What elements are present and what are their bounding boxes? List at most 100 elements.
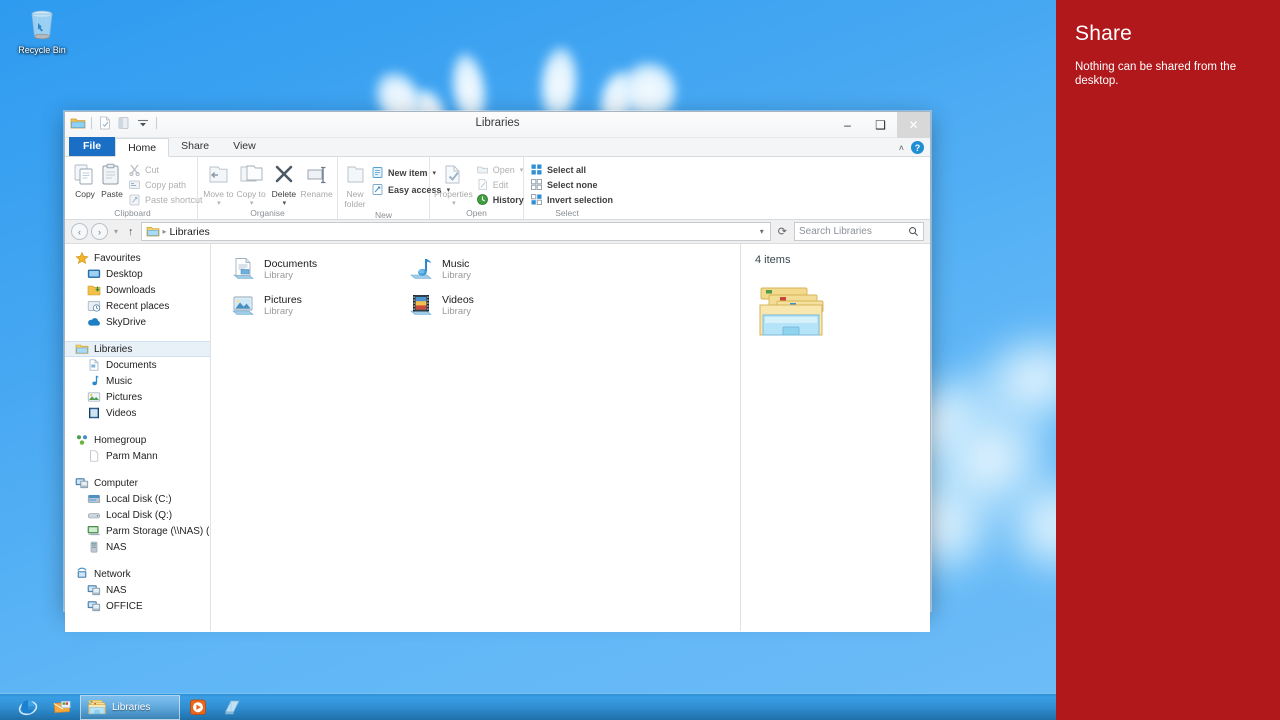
- chevron-down-icon[interactable]: ▾: [452, 199, 456, 207]
- nav-item-documents[interactable]: Documents: [65, 357, 210, 373]
- paste-shortcut-button[interactable]: Paste shortcut: [126, 192, 207, 207]
- new-folder-label: New folder: [344, 189, 366, 209]
- item-name: Videos: [442, 294, 474, 306]
- ribbon-right-controls[interactable]: ˄ ?: [899, 141, 924, 154]
- close-button[interactable]: ✕: [897, 112, 930, 138]
- documents-icon: [87, 358, 101, 372]
- desktop-icon-recycle-bin[interactable]: Recycle Bin: [4, 4, 80, 56]
- nav-item-libraries[interactable]: Libraries: [65, 341, 210, 357]
- nav-item-label: Music: [106, 375, 133, 387]
- nav-item-downloads[interactable]: Downloads: [65, 282, 210, 298]
- nav-item-videos[interactable]: Videos: [65, 405, 210, 421]
- refresh-button[interactable]: ⟳: [774, 225, 791, 238]
- chevron-down-icon[interactable]: ▾: [217, 199, 221, 207]
- recent-locations-icon[interactable]: ▾: [111, 227, 121, 236]
- taskbar[interactable]: Libraries: [0, 693, 1056, 720]
- nav-item-pictures[interactable]: Pictures: [65, 389, 210, 405]
- address-bar[interactable]: ‹ › ▾ ↑ ▸ Libraries ▾ ⟳ Search Libraries: [65, 220, 930, 244]
- nav-item-desktop[interactable]: Desktop: [65, 266, 210, 282]
- help-icon[interactable]: ?: [911, 141, 924, 154]
- nav-item-local-disk-q[interactable]: Local Disk (Q:): [65, 507, 210, 523]
- tab-file[interactable]: File: [69, 137, 116, 156]
- disk-icon: [87, 508, 101, 522]
- nav-item-computer[interactable]: Computer: [65, 475, 210, 491]
- nav-item-network-office[interactable]: OFFICE: [65, 598, 210, 614]
- items-pane[interactable]: Documents Library Music Library Pictures…: [211, 244, 740, 631]
- nav-item-nas-device[interactable]: NAS: [65, 539, 210, 555]
- list-item[interactable]: Pictures Library: [221, 288, 399, 324]
- chevron-down-icon[interactable]: ▾: [283, 199, 287, 207]
- share-charm-panel[interactable]: Share Nothing can be shared from the des…: [1056, 0, 1280, 720]
- maximize-button[interactable]: ❑: [864, 112, 897, 138]
- nav-item-local-disk-c[interactable]: Local Disk (C:): [65, 491, 210, 507]
- tab-view[interactable]: View: [221, 137, 268, 156]
- select-none-button[interactable]: Select none: [528, 177, 617, 192]
- tab-home[interactable]: Home: [115, 138, 170, 157]
- list-item[interactable]: Music Library: [399, 252, 577, 288]
- select-all-button[interactable]: Select all: [528, 162, 617, 177]
- window-controls[interactable]: – ❑ ✕: [831, 112, 930, 138]
- item-subtitle: Library: [264, 306, 294, 317]
- edit-button[interactable]: Edit: [474, 177, 528, 192]
- taskbar-button-internet-explorer[interactable]: [12, 695, 44, 720]
- cut-label: Cut: [145, 164, 160, 175]
- move-to-icon: [205, 162, 231, 188]
- cut-button[interactable]: Cut: [126, 162, 207, 177]
- search-icon: [908, 226, 919, 237]
- nav-item-label: SkyDrive: [106, 316, 147, 328]
- copy-to-button[interactable]: Copy to ▾: [235, 160, 268, 207]
- minimize-button[interactable]: –: [831, 112, 864, 138]
- breadcrumb[interactable]: ▸ Libraries ▾: [140, 222, 771, 241]
- new-folder-button[interactable]: New folder: [342, 160, 368, 209]
- computer-icon: [75, 476, 89, 490]
- list-item[interactable]: Videos Library: [399, 288, 577, 324]
- rename-button[interactable]: Rename: [300, 160, 333, 199]
- taskbar-button-notepad[interactable]: [216, 695, 248, 720]
- ribbon-tabstrip[interactable]: File Home Share View ˄ ?: [65, 137, 930, 157]
- nav-item-network[interactable]: Network: [65, 566, 210, 582]
- tab-share[interactable]: Share: [169, 137, 221, 156]
- desktop[interactable]: Recycle Bin Libraries – ❑ ✕ File Home Sh…: [0, 0, 1056, 720]
- taskbar-button-mail[interactable]: [46, 695, 78, 720]
- properties-button[interactable]: Properties ▾: [434, 160, 473, 207]
- delete-label: Delete: [271, 189, 297, 199]
- explorer-icon: [87, 697, 107, 717]
- nav-item-skydrive[interactable]: SkyDrive: [65, 314, 210, 330]
- taskbar-button-libraries[interactable]: Libraries: [80, 694, 180, 720]
- open-button[interactable]: Open ▾: [474, 162, 528, 177]
- navigation-pane[interactable]: Favourites Desktop Downloads Recent plac…: [65, 244, 211, 631]
- invert-selection-button[interactable]: Invert selection: [528, 192, 617, 207]
- back-button[interactable]: ‹: [71, 223, 88, 240]
- taskbar-button-media-player[interactable]: [182, 695, 214, 720]
- nav-item-music[interactable]: Music: [65, 373, 210, 389]
- explorer-window[interactable]: Libraries – ❑ ✕ File Home Share View ˄ ?: [64, 111, 931, 632]
- nav-item-network-nas[interactable]: NAS: [65, 582, 210, 598]
- ribbon[interactable]: Copy Paste Cut Copy path Paste shortcut …: [65, 157, 930, 220]
- nav-item-parm-mann[interactable]: Parm Mann: [65, 448, 210, 464]
- nav-item-homegroup[interactable]: Homegroup: [65, 432, 210, 448]
- up-button[interactable]: ↑: [124, 226, 138, 238]
- copy-button[interactable]: Copy: [72, 160, 98, 199]
- documents-library-icon: [229, 256, 257, 284]
- breadcrumb-current[interactable]: Libraries: [170, 226, 210, 238]
- move-to-button[interactable]: Move to ▾: [202, 160, 235, 207]
- breadcrumb-dropdown-icon[interactable]: ▾: [760, 227, 766, 236]
- history-button[interactable]: History: [474, 192, 528, 207]
- copy-path-button[interactable]: Copy path: [126, 177, 207, 192]
- move-to-label: Move to: [203, 189, 234, 199]
- nav-item-favourites[interactable]: Favourites: [65, 250, 210, 266]
- easy-access-icon: [371, 183, 384, 196]
- properties-label: Properties: [434, 189, 473, 199]
- chevron-down-icon[interactable]: ▾: [520, 166, 524, 174]
- list-item[interactable]: Documents Library: [221, 252, 399, 288]
- search-input[interactable]: Search Libraries: [794, 222, 924, 241]
- nav-item-parm-storage[interactable]: Parm Storage (\\NAS) (S:): [65, 523, 210, 539]
- collapse-ribbon-icon[interactable]: ˄: [899, 143, 904, 153]
- item-count: 4 items: [755, 254, 791, 266]
- window-titlebar[interactable]: Libraries – ❑ ✕: [65, 112, 930, 138]
- chevron-down-icon[interactable]: ▾: [250, 199, 254, 207]
- delete-button[interactable]: Delete ▾: [268, 160, 301, 207]
- forward-button[interactable]: ›: [91, 223, 108, 240]
- paste-button[interactable]: Paste: [99, 160, 125, 199]
- nav-item-recent-places[interactable]: Recent places: [65, 298, 210, 314]
